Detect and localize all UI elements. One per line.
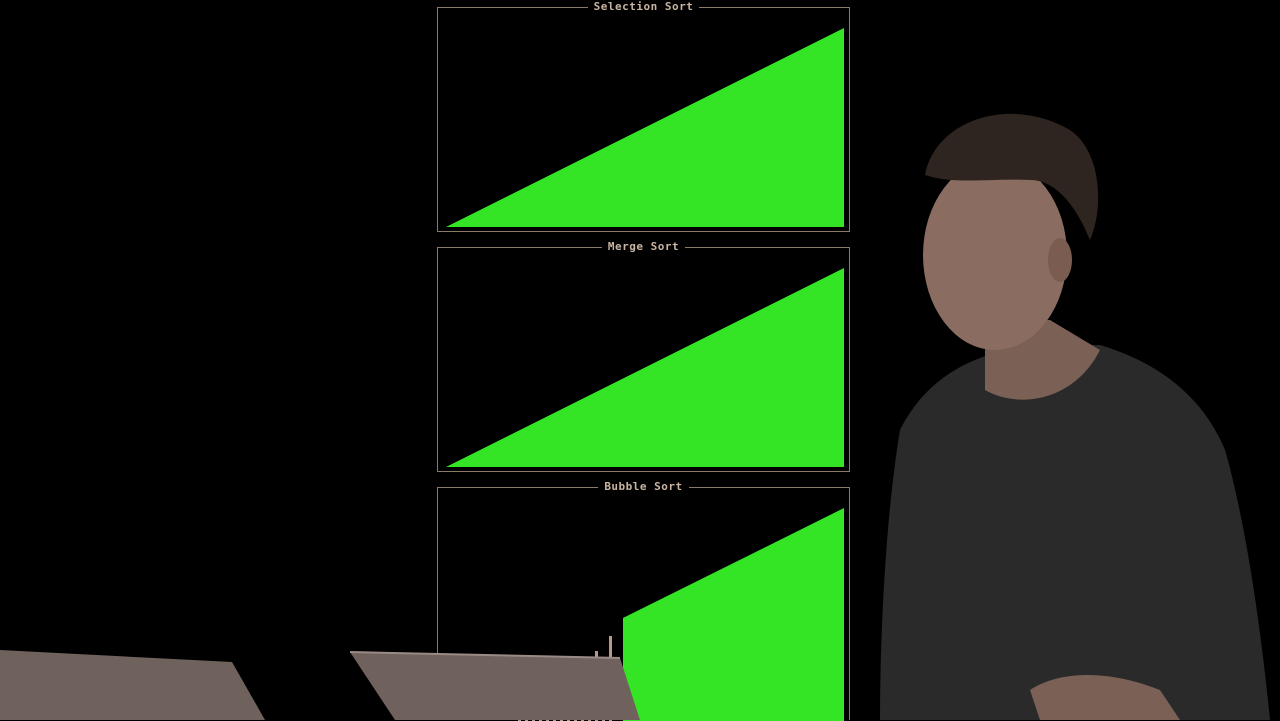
laptop-center [350,652,640,720]
presenter-scene [0,113,1270,720]
presenter-sweater [880,345,1270,720]
presenter-ear [1048,238,1072,282]
laptop-left [0,650,265,720]
presenter-head [923,160,1067,350]
